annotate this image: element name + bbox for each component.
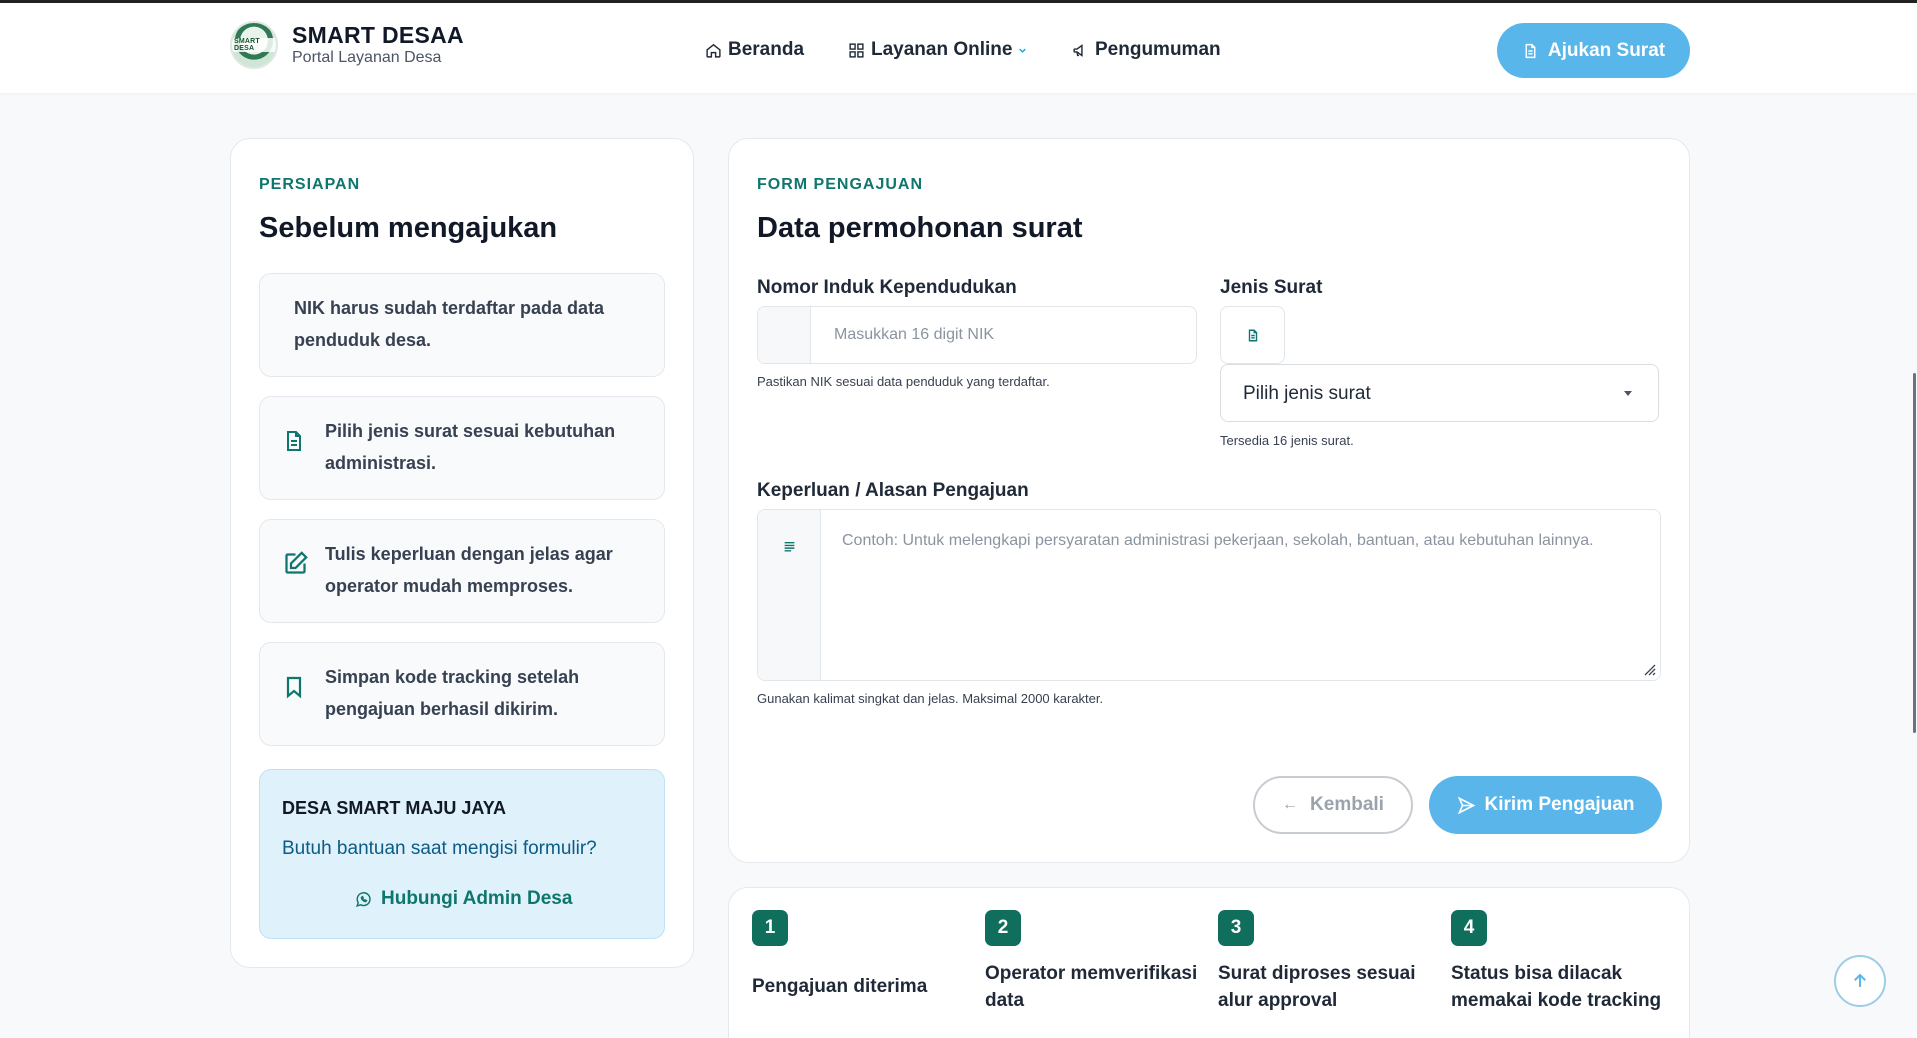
keperluan-hint: Gunakan kalimat singkat dan jelas. Maksi… (757, 691, 1104, 706)
brand[interactable]: SMART DESA SMART DESAA Portal Layanan De… (230, 21, 464, 69)
ajukan-surat-button[interactable]: Ajukan Surat (1497, 23, 1690, 78)
home-icon (706, 43, 721, 58)
bookmark-icon (286, 676, 302, 699)
nik-hint: Pastikan NIK sesuai data penduduk yang t… (757, 374, 1050, 389)
arrow-left-icon: ← (1282, 796, 1299, 813)
tip-nik: NIK harus sudah terdaftar pada data pend… (259, 273, 665, 377)
form-eyebrow: FORM PENGAJUAN (757, 176, 924, 193)
step-3: 3 Surat diproses sesuai alur approval (1218, 910, 1418, 1014)
megaphone-icon (1073, 43, 1083, 57)
jenis-surat-label: Jenis Surat (1220, 277, 1323, 298)
nik-label: Nomor Induk Kependudukan (757, 277, 1017, 298)
send-icon (1457, 796, 1475, 814)
help-title: DESA SMART MAJU JAYA (282, 798, 507, 818)
step-4: 4 Status bisa dilacak memakai kode track… (1451, 910, 1676, 1014)
step-1: 1 Pengajuan diterima (752, 910, 972, 1000)
form-heading: Data permohonan surat (757, 212, 1083, 244)
page-scrollbar[interactable] (1913, 373, 1916, 733)
keperluan-placeholder: Contoh: Untuk melengkapi persyaratan adm… (842, 532, 1594, 549)
village-logo: SMART DESA (230, 21, 278, 69)
nik-field[interactable]: Masukkan 16 digit NIK (757, 306, 1197, 364)
help-subtitle: Butuh bantuan saat mengisi formulir? (282, 838, 597, 859)
tip-tracking: Simpan kode tracking setelah pengajuan b… (259, 642, 665, 746)
kembali-button[interactable]: ← Kembali (1253, 776, 1413, 834)
navbar: SMART DESA SMART DESAA Portal Layanan De… (0, 3, 1917, 93)
document-icon (1525, 43, 1536, 58)
document-icon (287, 431, 301, 451)
form-card: FORM PENGAJUAN Data permohonan surat Nom… (728, 138, 1690, 863)
keperluan-label: Keperluan / Alasan Pengajuan (757, 480, 1029, 501)
persiapan-heading: Sebelum mengajukan (259, 212, 558, 244)
tip-keperluan: Tulis keperluan dengan jelas agar operat… (259, 519, 665, 623)
jenis-surat-hint: Tersedia 16 jenis surat. (1220, 433, 1354, 448)
steps-card: 1 Pengajuan diterima 2 Operator memverif… (728, 887, 1690, 1038)
tip-jenis-surat: Pilih jenis surat sesuai kebutuhan admin… (259, 396, 665, 500)
keperluan-addon (758, 510, 821, 680)
arrow-up-icon (1854, 973, 1866, 987)
nik-placeholder: Masukkan 16 digit NIK (834, 326, 995, 343)
nav-pengumuman[interactable]: Pengumuman (1072, 39, 1221, 61)
help-box: DESA SMART MAJU JAYA Butuh bantuan saat … (259, 769, 665, 939)
nav-layanan-online[interactable]: Layanan Online (848, 39, 1034, 61)
hubungi-admin-link[interactable]: Hubungi Admin Desa (355, 888, 572, 910)
brand-subtitle: Portal Layanan Desa (292, 49, 442, 66)
caret-down-icon (1624, 391, 1632, 396)
step-2: 2 Operator memverifikasi data (985, 910, 1205, 1014)
persiapan-card: PERSIAPAN Sebelum mengajukan NIK harus s… (230, 138, 694, 968)
jenis-surat-select[interactable]: Pilih jenis surat (1220, 364, 1659, 422)
nik-addon (758, 307, 811, 363)
align-left-icon (784, 542, 795, 552)
grid-icon (849, 42, 864, 58)
jenis-surat-addon (1220, 306, 1285, 364)
chevron-down-icon (1019, 48, 1027, 53)
scroll-to-top-button[interactable] (1834, 955, 1886, 1007)
kirim-pengajuan-button[interactable]: Kirim Pengajuan (1429, 776, 1662, 834)
nav-beranda[interactable]: Beranda (705, 39, 804, 61)
document-icon (1248, 329, 1258, 342)
edit-icon (285, 551, 308, 574)
whatsapp-icon (356, 891, 371, 907)
persiapan-eyebrow: PERSIAPAN (259, 176, 361, 193)
keperluan-textarea[interactable]: Contoh: Untuk melengkapi persyaratan adm… (757, 509, 1661, 681)
brand-title: SMART DESAA (292, 22, 464, 48)
resize-handle-icon[interactable] (1642, 662, 1656, 676)
